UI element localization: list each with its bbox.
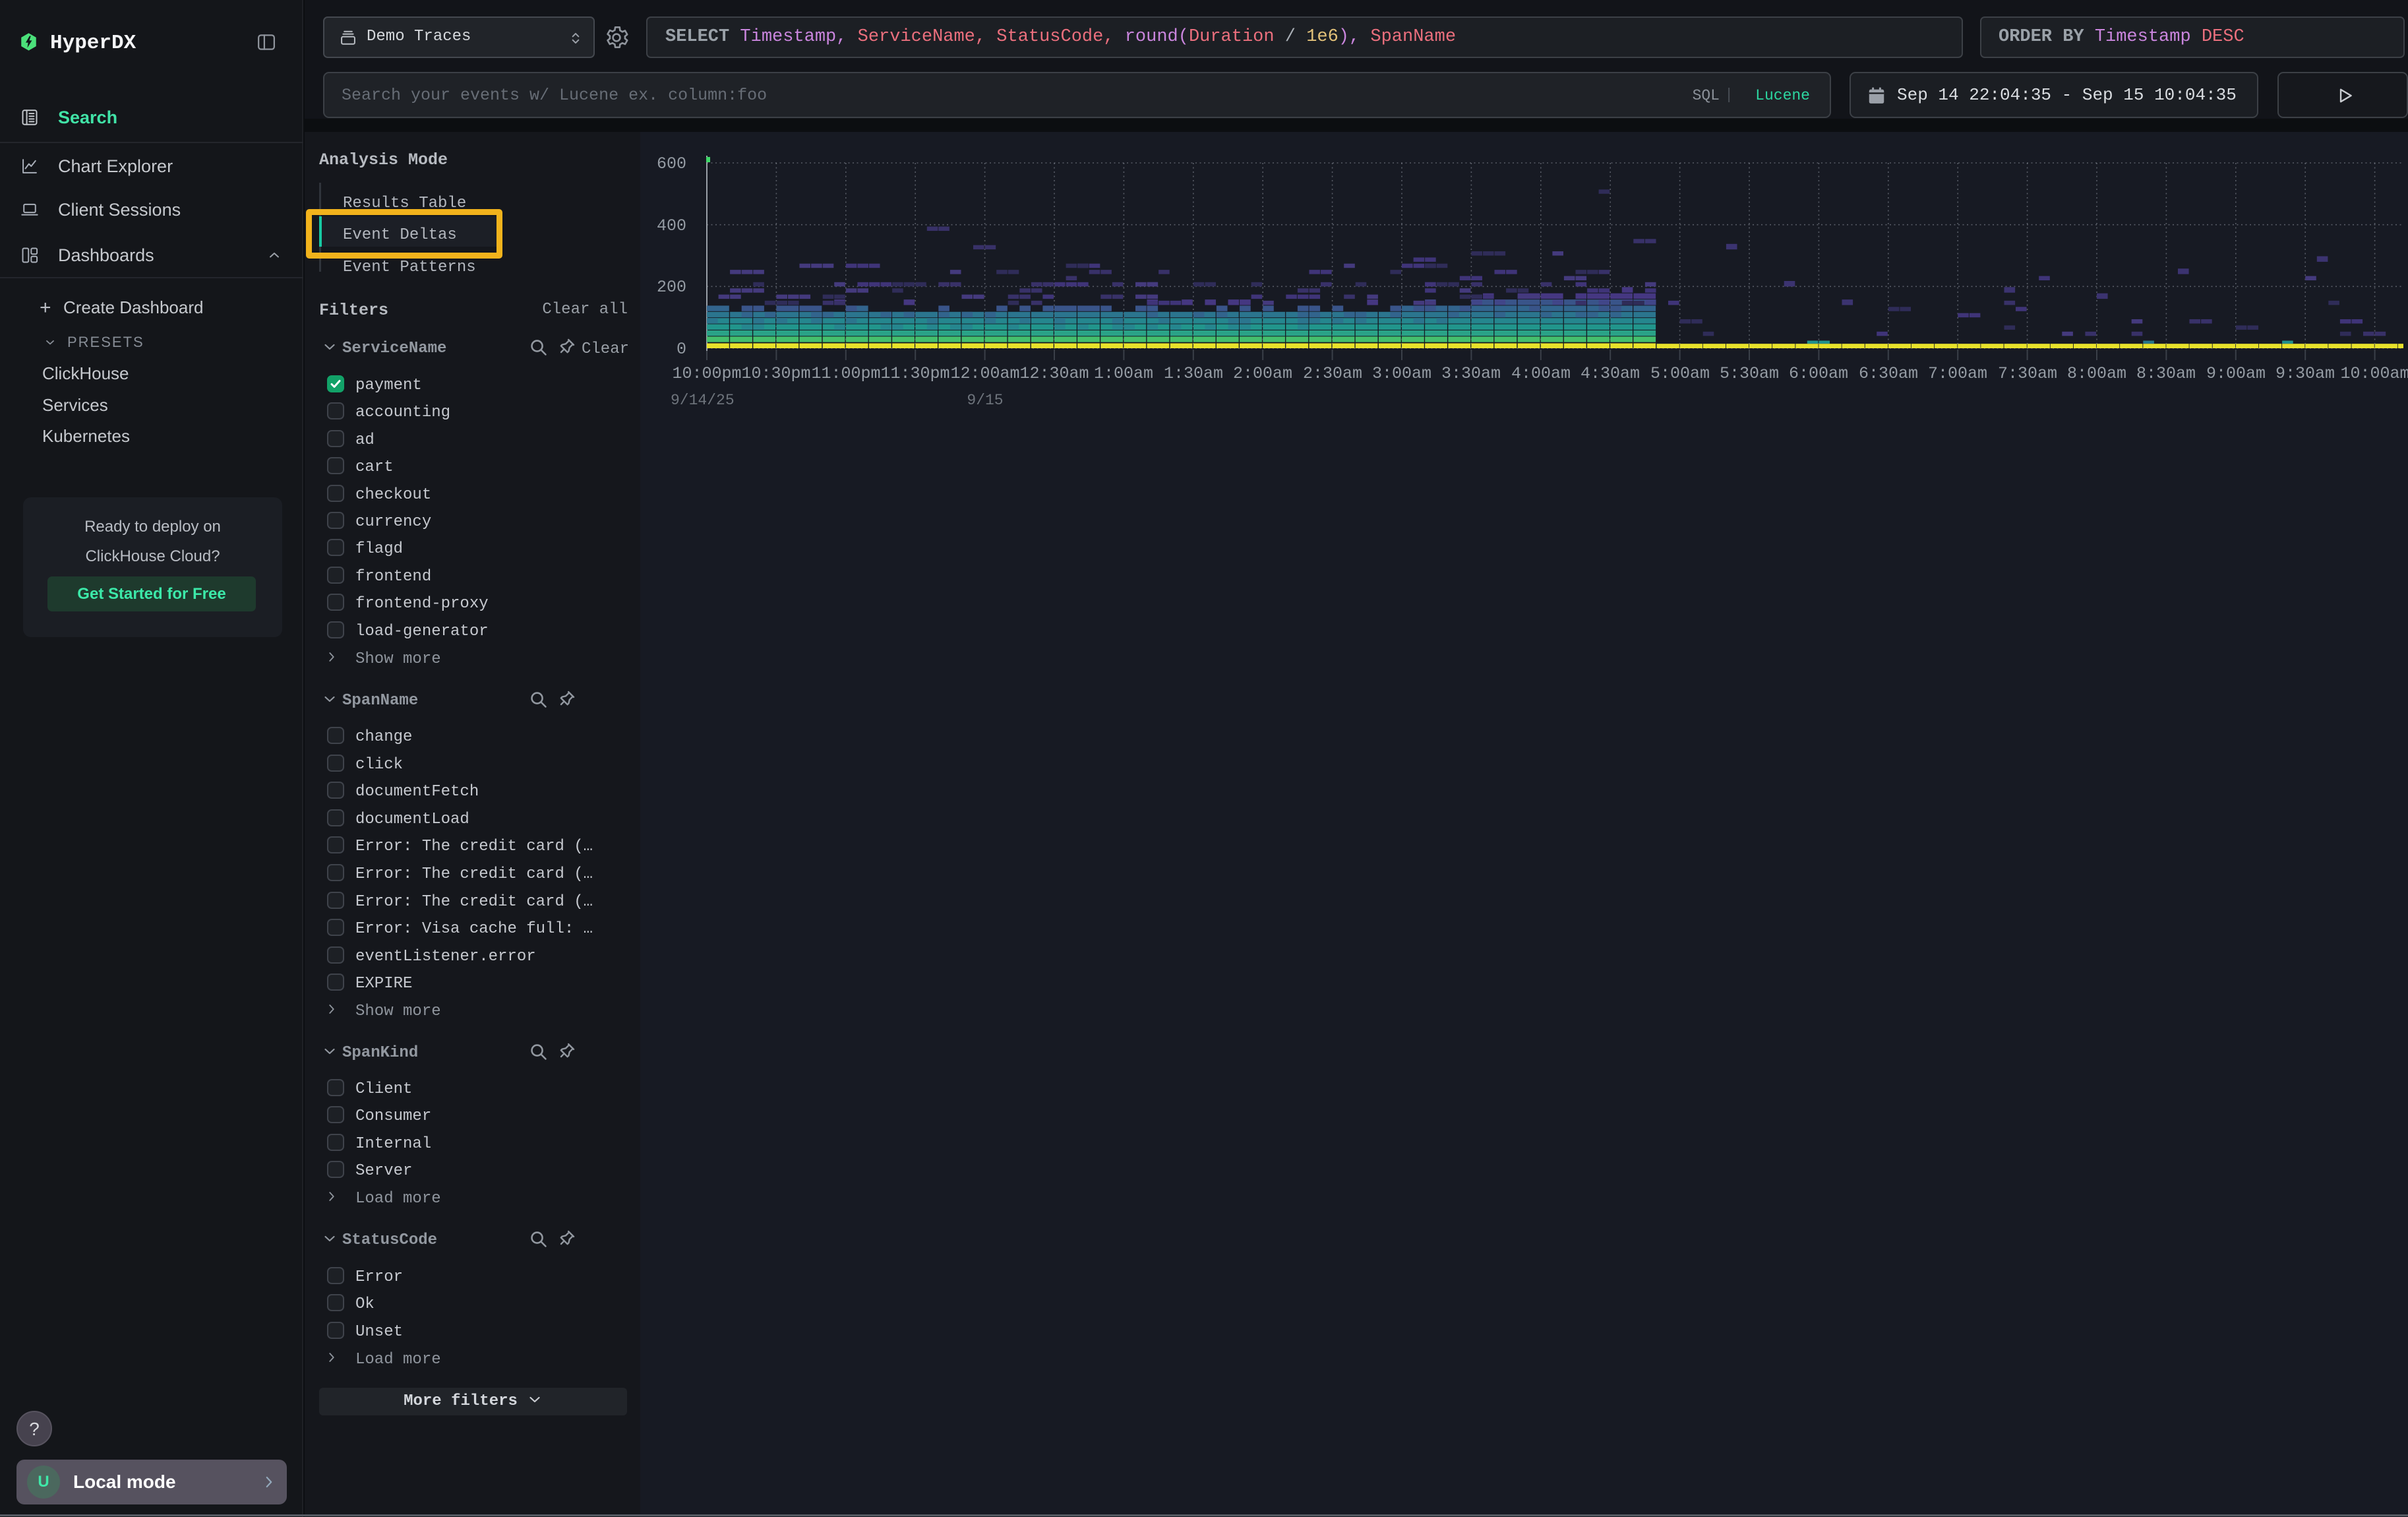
svg-text:2:30am: 2:30am <box>1303 364 1362 383</box>
svg-text:6:30am: 6:30am <box>1859 364 1918 383</box>
svg-text:10:00am: 10:00am <box>2340 364 2408 383</box>
svg-text:9:30am: 9:30am <box>2275 364 2335 383</box>
svg-text:4:30am: 4:30am <box>1580 364 1640 383</box>
svg-text:10:00pm: 10:00pm <box>672 364 741 383</box>
svg-text:9/14/25: 9/14/25 <box>671 392 735 409</box>
svg-text:7:30am: 7:30am <box>1998 364 2057 383</box>
svg-text:1:30am: 1:30am <box>1164 364 1223 383</box>
svg-text:3:00am: 3:00am <box>1372 364 1431 383</box>
svg-text:2:00am: 2:00am <box>1233 364 1292 383</box>
svg-text:7:00am: 7:00am <box>1928 364 1987 383</box>
svg-text:1:00am: 1:00am <box>1094 364 1153 383</box>
svg-text:12:00am: 12:00am <box>950 364 1019 383</box>
svg-text:4:00am: 4:00am <box>1511 364 1571 383</box>
svg-text:6:00am: 6:00am <box>1789 364 1848 383</box>
svg-text:8:30am: 8:30am <box>2136 364 2196 383</box>
svg-text:3:30am: 3:30am <box>1441 364 1501 383</box>
svg-text:5:30am: 5:30am <box>1720 364 1779 383</box>
svg-text:11:00pm: 11:00pm <box>811 364 880 383</box>
svg-text:5:00am: 5:00am <box>1650 364 1710 383</box>
svg-text:8:00am: 8:00am <box>2067 364 2126 383</box>
svg-text:9:00am: 9:00am <box>2206 364 2266 383</box>
svg-text:0: 0 <box>677 340 686 359</box>
svg-text:200: 200 <box>657 278 686 297</box>
svg-text:9/15: 9/15 <box>967 392 1003 409</box>
svg-text:12:30am: 12:30am <box>1019 364 1089 383</box>
svg-text:11:30pm: 11:30pm <box>880 364 949 383</box>
svg-text:400: 400 <box>657 216 686 235</box>
svg-text:600: 600 <box>657 154 686 173</box>
svg-text:10:30pm: 10:30pm <box>741 364 810 383</box>
